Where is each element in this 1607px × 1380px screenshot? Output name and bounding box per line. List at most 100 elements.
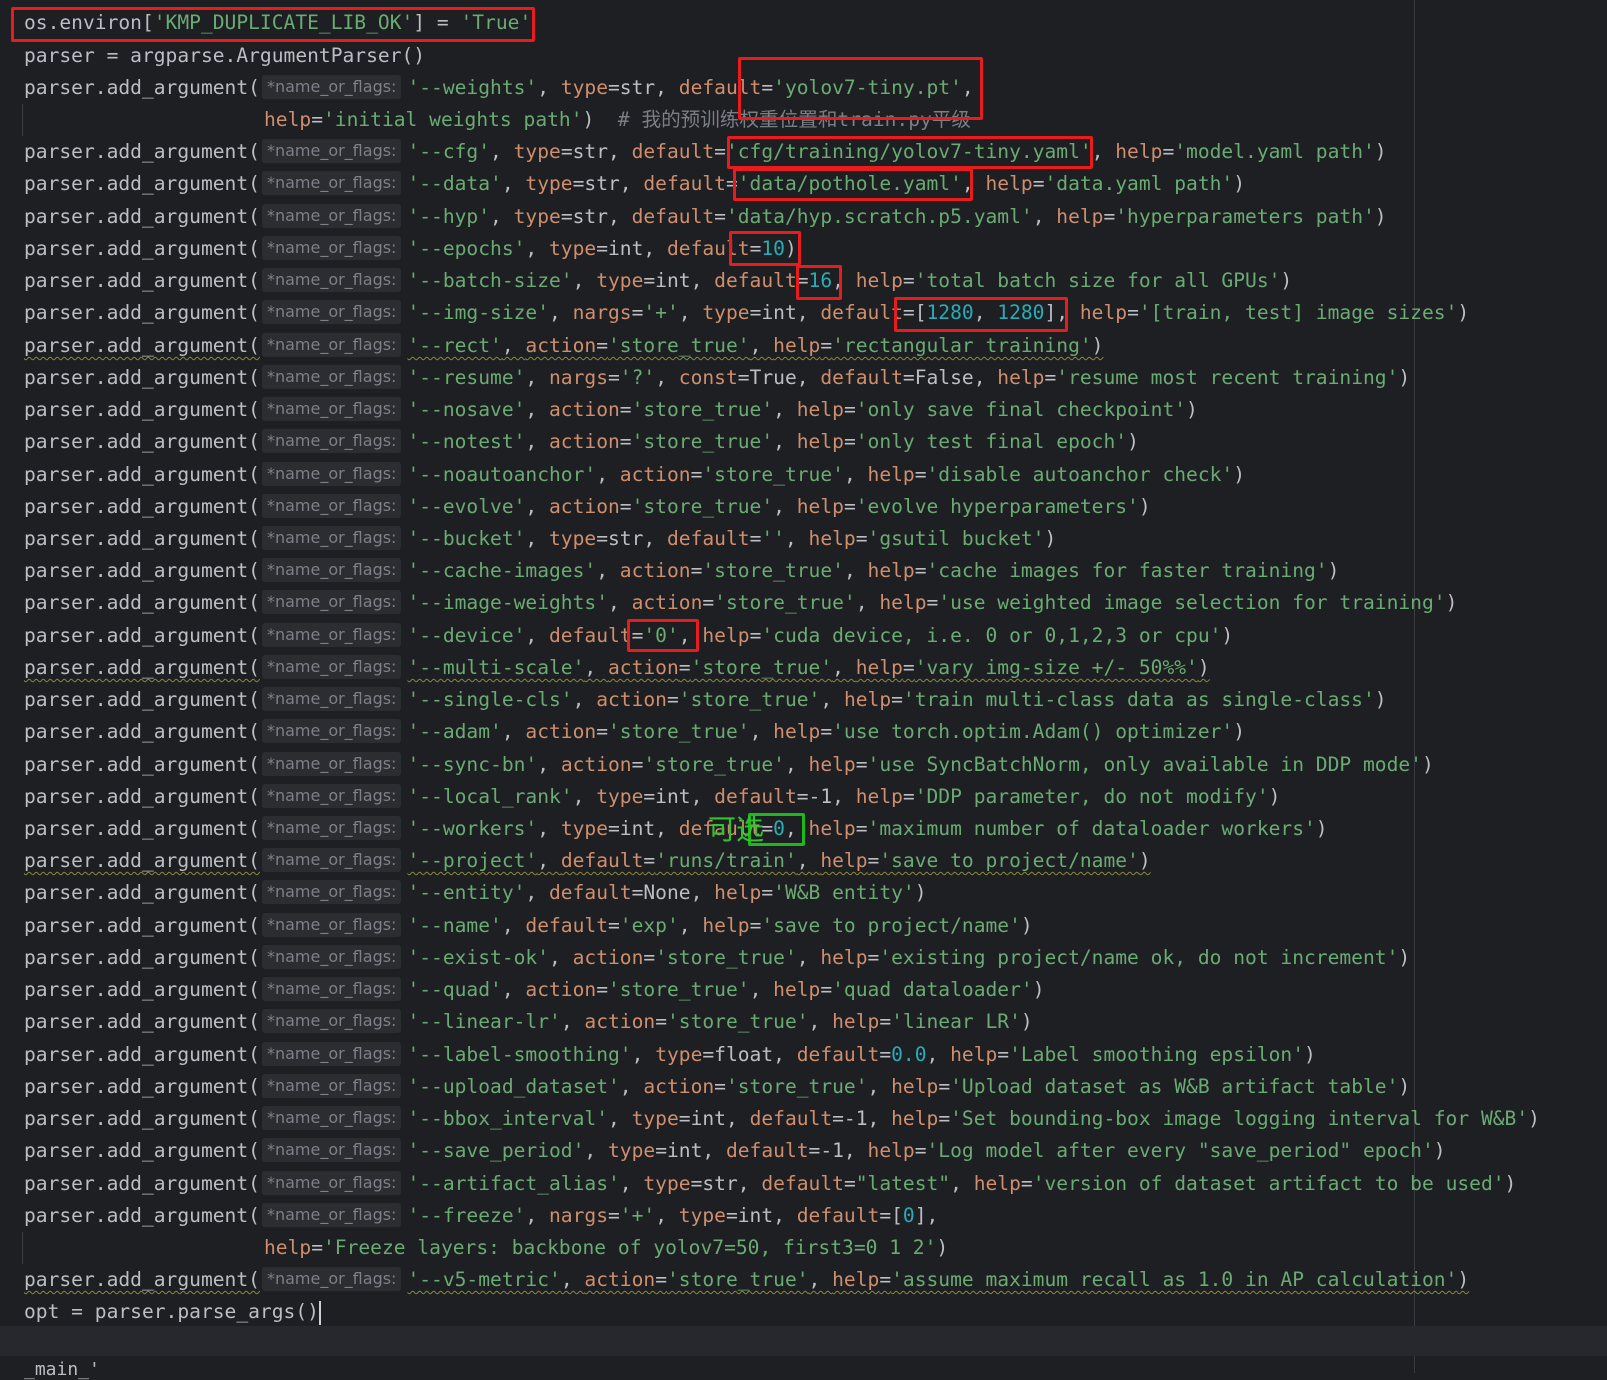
code-line[interactable]: parser = argparse.ArgumentParser() <box>24 40 425 72</box>
code-token: = <box>938 1075 951 1098</box>
code-line[interactable]: parser.add_argument(*name_or_flags: '--lo… <box>24 781 1280 813</box>
code-token: 0.0 <box>891 1043 927 1066</box>
code-token: ) <box>1020 1010 1033 1033</box>
code-token: default <box>631 140 715 163</box>
code-token: '--project' <box>407 849 538 872</box>
code-line[interactable]: parser.add_argument(*name_or_flags: '--no… <box>24 459 1245 491</box>
code-line[interactable]: parser.add_argument(*name_or_flags: '--bb… <box>24 1103 1540 1135</box>
code-token: help <box>773 720 821 743</box>
code-token: type <box>596 269 644 292</box>
code-line[interactable]: parser.add_argument(*name_or_flags: '--li… <box>24 1006 1033 1038</box>
current-line-highlight <box>0 1326 1607 1356</box>
code-line[interactable]: parser.add_argument(*name_or_flags: '--im… <box>24 587 1457 619</box>
code-line[interactable]: parser.add_argument(*name_or_flags: '--ep… <box>24 233 797 265</box>
parameter-hint: *name_or_flags: <box>261 815 402 840</box>
call-prefix: parser.add_argument( <box>24 1172 260 1195</box>
call-prefix: parser.add_argument( <box>24 1268 260 1291</box>
code-token: help <box>796 430 844 453</box>
code-token: , <box>501 720 526 743</box>
code-token: ) <box>1280 269 1293 292</box>
code-line[interactable]: parser.add_argument(*name_or_flags: '--sa… <box>24 1135 1446 1167</box>
code-token: ) <box>1374 140 1387 163</box>
code-token: ], <box>914 1204 939 1227</box>
code-token: = <box>643 946 656 969</box>
code-line[interactable]: parser.add_argument(*name_or_flags: '--pr… <box>24 845 1151 877</box>
code-line[interactable]: parser.add_argument(*name_or_flags: '--la… <box>24 1039 1316 1071</box>
parameter-hint: *name_or_flags: <box>261 74 402 99</box>
code-line[interactable]: parser.add_argument(*name_or_flags: '--ev… <box>24 491 1151 523</box>
code-token: , <box>773 430 797 453</box>
parameter-hint: *name_or_flags: <box>261 203 402 228</box>
code-token: = <box>902 269 915 292</box>
code-token: help <box>808 753 856 776</box>
code-token: ) <box>1186 398 1198 421</box>
code-token: =str, <box>690 1172 762 1195</box>
code-token: action <box>525 978 597 1001</box>
code-token: , <box>525 430 550 453</box>
code-line[interactable]: parser.add_argument(*name_or_flags: '--v5… <box>24 1264 1469 1296</box>
code-token: =str, <box>572 172 644 195</box>
call-prefix: parser.add_argument( <box>24 366 260 389</box>
code-token: =str, <box>560 205 632 228</box>
code-line[interactable]: parser.add_argument(*name_or_flags: '--im… <box>24 297 1469 329</box>
code-token: 'disable autoanchor check' <box>926 463 1234 486</box>
parameter-hint: *name_or_flags: <box>261 299 402 324</box>
code-token: , <box>525 1204 550 1227</box>
code-token: default <box>666 527 750 550</box>
code-line[interactable]: parser.add_argument(*name_or_flags: '--fr… <box>24 1200 938 1232</box>
code-line[interactable]: parser.add_argument(*name_or_flags: '--ar… <box>24 1168 1516 1200</box>
code-token: type <box>560 817 608 840</box>
code-token: ) <box>1445 591 1458 614</box>
code-line[interactable]: parser.add_argument(*name_or_flags: '--da… <box>24 168 1245 200</box>
code-line[interactable]: parser.add_argument(*name_or_flags: '--mu… <box>24 652 1210 684</box>
call-prefix: parser.add_argument( <box>24 1139 260 1162</box>
code-token: = <box>938 1107 951 1130</box>
code-line[interactable]: parser.add_argument(*name_or_flags: '--re… <box>24 362 1410 394</box>
code-line[interactable]: parser.add_argument(*name_or_flags: '--cf… <box>24 136 1387 168</box>
code-token: help <box>796 495 844 518</box>
code-line[interactable]: parser.add_argument(*name_or_flags: '--qu… <box>24 974 1044 1006</box>
code-token: = <box>690 463 703 486</box>
code-line[interactable]: parser.add_argument(*name_or_flags: '--wo… <box>24 813 1328 845</box>
code-line[interactable]: parser.add_argument(*name_or_flags: '--re… <box>24 330 1103 362</box>
parameter-hint: *name_or_flags: <box>261 847 402 872</box>
code-token: =str, <box>596 527 667 550</box>
code-token: = <box>914 1139 927 1162</box>
code-token: , <box>784 527 809 550</box>
code-token: help <box>702 914 750 937</box>
code-token: 'cuda device, i.e. 0 or 0,1,2,3 or cpu' <box>761 624 1222 647</box>
code-token: , <box>572 688 597 711</box>
parameter-hint: *name_or_flags: <box>261 493 402 518</box>
code-token: ) <box>1221 624 1234 647</box>
code-token: action <box>619 463 691 486</box>
code-line[interactable]: parser.add_argument(*name_or_flags: '--sy… <box>24 749 1434 781</box>
code-token: default <box>631 205 715 228</box>
code-line[interactable]: parser.add_argument(*name_or_flags: '--na… <box>24 910 1033 942</box>
code-line[interactable]: parser.add_argument(*name_or_flags: '--up… <box>24 1071 1410 1103</box>
parameter-hint: *name_or_flags: <box>261 1202 402 1227</box>
code-token: , <box>820 688 844 711</box>
highlight-box-cfg <box>727 136 1093 169</box>
code-token: = <box>690 559 703 582</box>
code-line[interactable]: parser.add_argument(*name_or_flags: '--bu… <box>24 523 1056 555</box>
code-line[interactable]: parser.add_argument(*name_or_flags: '--no… <box>24 426 1139 458</box>
code-token: '--cfg' <box>407 140 491 163</box>
code-line[interactable]: parser.add_argument(*name_or_flags: '--hy… <box>24 201 1387 233</box>
code-token: , <box>537 817 561 840</box>
code-line[interactable]: parser.add_argument(*name_or_flags: '--ad… <box>24 716 1245 748</box>
code-line[interactable]: parser.add_argument(*name_or_flags: '--ex… <box>24 942 1410 974</box>
code-line[interactable]: opt = parser.parse_args() <box>24 1296 321 1328</box>
code-token: =-1, <box>796 785 856 808</box>
code-token: 'store_true' <box>714 591 856 614</box>
code-token: = <box>902 656 915 679</box>
call-prefix: parser.add_argument( <box>24 398 260 421</box>
code-line[interactable]: parser.add_argument(*name_or_flags: '--ba… <box>24 265 1292 297</box>
parameter-hint: *name_or_flags: <box>261 364 402 389</box>
code-line[interactable]: help='Freeze layers: backbone of yolov7=… <box>264 1232 948 1264</box>
code-line[interactable]: parser.add_argument(*name_or_flags: '--ca… <box>24 555 1339 587</box>
code-line[interactable]: parser.add_argument(*name_or_flags: '--no… <box>24 394 1198 426</box>
code-line[interactable]: parser.add_argument(*name_or_flags: '--en… <box>24 877 927 909</box>
code-editor[interactable]: os.environ['KMP_DUPLICATE_LIB_OK'] = 'Tr… <box>0 0 1607 1380</box>
code-line[interactable]: parser.add_argument(*name_or_flags: '--si… <box>24 684 1387 716</box>
code-token: ) <box>1091 334 1104 357</box>
